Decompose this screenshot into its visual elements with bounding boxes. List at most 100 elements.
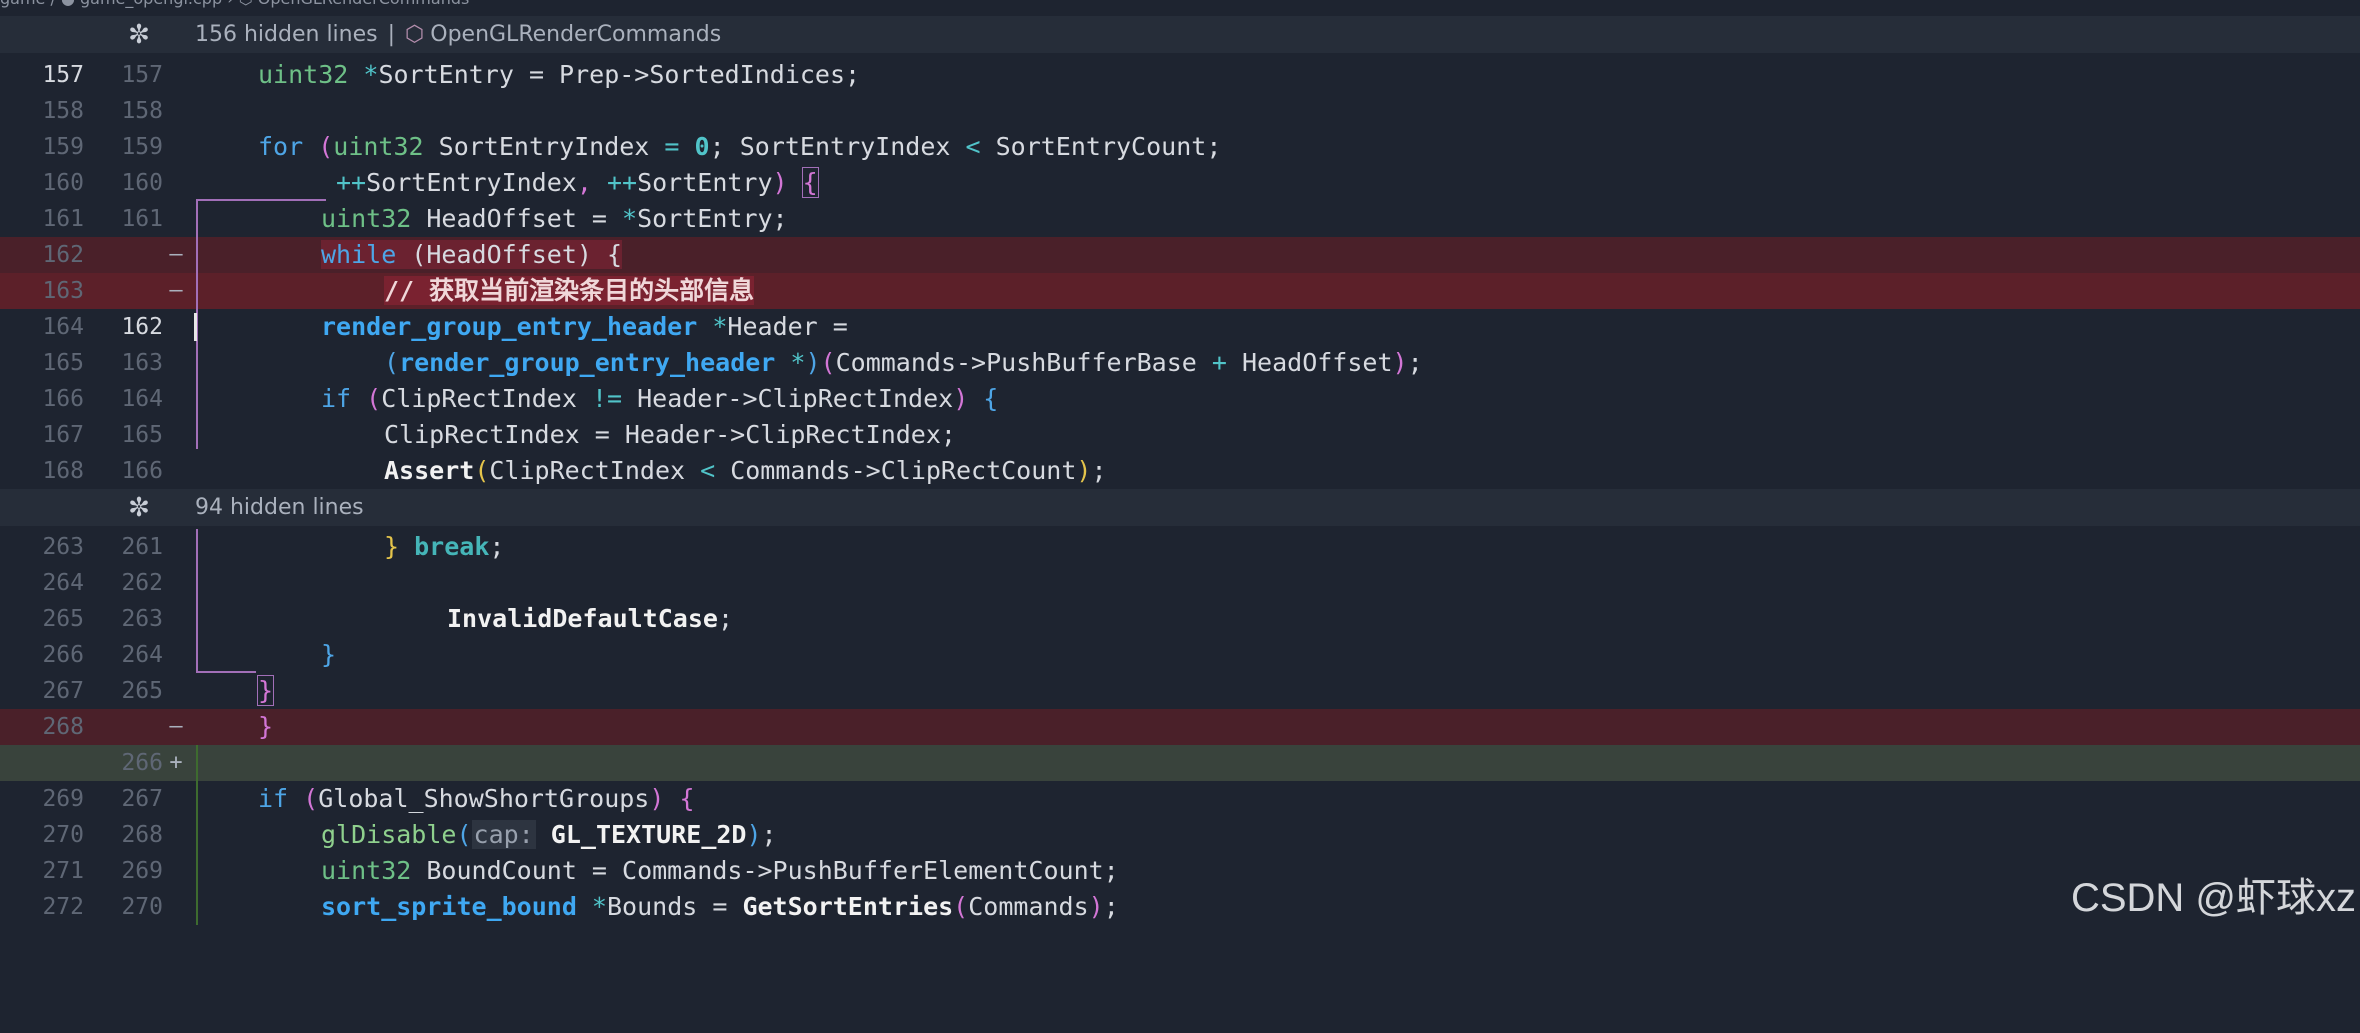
code-line[interactable]: 159 159 for (uint32 SortEntryIndex = 0; … — [0, 129, 2360, 165]
code-line[interactable]: 160 160 ++SortEntryIndex, ++SortEntry) { — [0, 165, 2360, 201]
old-line-number: 159 — [42, 134, 84, 160]
new-line-number: 267 — [121, 786, 163, 812]
deleted-code-line[interactable]: 162 — while (HeadOffset) { — [0, 237, 2360, 273]
hidden-lines-fold[interactable]: ✼ 156 hidden lines | ⬡ OpenGLRenderCommands — [0, 16, 2360, 53]
code-text: uint32 *SortEntry = Prep->SortedIndices; — [258, 60, 861, 89]
hidden-lines-count: 94 hidden lines — [195, 495, 364, 520]
bracket-guide — [196, 529, 198, 673]
added-code-line[interactable]: 266 + — [0, 745, 2360, 781]
deleted-code-line[interactable]: 163 — // 获取当前渲染条目的头部信息 — [0, 273, 2360, 309]
old-line-number: 165 — [42, 350, 84, 376]
new-line-number: 263 — [121, 606, 163, 632]
expand-fold-icon[interactable]: ✼ — [124, 20, 154, 50]
code-line[interactable]: 267 265 } — [0, 673, 2360, 709]
fold-symbol-name: OpenGLRenderCommands — [430, 22, 722, 47]
code-text: } break; — [384, 532, 505, 561]
code-text: (render_group_entry_header *)(Commands->… — [384, 348, 1423, 377]
code-line[interactable]: 165 163 (render_group_entry_header *)(Co… — [0, 345, 2360, 381]
new-line-number: 262 — [121, 570, 163, 596]
new-line-number: 163 — [121, 350, 163, 376]
code-line[interactable]: 270 268 glDisable(cap: GL_TEXTURE_2D); — [0, 817, 2360, 853]
change-gutter-bar — [196, 745, 198, 925]
code-line[interactable]: 166 164 if (ClipRectIndex != Header->Cli… — [0, 381, 2360, 417]
new-line-number: 160 — [121, 170, 163, 196]
new-line-number: 165 — [121, 422, 163, 448]
code-text: render_group_entry_header *Header = — [321, 312, 848, 341]
old-line-number: 160 — [42, 170, 84, 196]
breadcrumb[interactable]: game / ● game_opengl.cpp › ⬡ OpenGLRende… — [0, 0, 2360, 10]
new-line-number: 162 — [121, 314, 163, 340]
new-line-number: 164 — [121, 386, 163, 412]
text-cursor — [194, 313, 197, 341]
code-line[interactable]: 164 162 render_group_entry_header *Heade… — [0, 309, 2360, 345]
new-line-number: 270 — [121, 894, 163, 920]
new-line-number: 265 — [121, 678, 163, 704]
new-line-number: 161 — [121, 206, 163, 232]
code-line[interactable]: 272 270 sort_sprite_bound *Bounds = GetS… — [0, 889, 2360, 925]
old-line-number: 163 — [42, 278, 84, 304]
old-line-number: 158 — [42, 98, 84, 124]
new-line-number: 264 — [121, 642, 163, 668]
code-line[interactable]: 266 264 } — [0, 637, 2360, 673]
code-text: } — [256, 675, 275, 706]
hidden-lines-count: 156 hidden lines — [195, 22, 378, 47]
code-line[interactable]: 161 161 uint32 HeadOffset = *SortEntry; — [0, 201, 2360, 237]
code-text: uint32 HeadOffset = *SortEntry; — [321, 204, 788, 233]
code-line[interactable]: 167 165 ClipRectIndex = Header->ClipRect… — [0, 417, 2360, 453]
expand-fold-icon[interactable]: ✼ — [124, 493, 154, 523]
old-line-number: 168 — [42, 458, 84, 484]
deleted-code-line[interactable]: 268 — } — [0, 709, 2360, 745]
code-text: // 获取当前渲染条目的头部信息 — [384, 276, 755, 305]
removed-marker: — — [169, 714, 183, 739]
removed-marker: — — [169, 242, 183, 267]
old-line-number: 157 — [42, 62, 84, 88]
code-line[interactable]: 168 166 Assert(ClipRectIndex < Commands-… — [0, 453, 2360, 489]
old-line-number: 263 — [42, 534, 84, 560]
old-line-number: 268 — [42, 714, 84, 740]
code-text: if (Global_ShowShortGroups) { — [258, 784, 695, 813]
old-line-number: 161 — [42, 206, 84, 232]
hidden-lines-fold[interactable]: ✼ 94 hidden lines — [0, 489, 2360, 526]
code-line[interactable]: 271 269 uint32 BoundCount = Commands->Pu… — [0, 853, 2360, 889]
code-text: Assert(ClipRectIndex < Commands->ClipRec… — [384, 456, 1107, 485]
code-text: glDisable(cap: GL_TEXTURE_2D); — [321, 820, 777, 849]
code-text: } — [258, 712, 274, 741]
cube-icon: ⬡ — [405, 22, 425, 47]
added-marker: + — [169, 750, 183, 775]
new-line-number: 166 — [121, 458, 163, 484]
code-text: ClipRectIndex = Header->ClipRectIndex; — [384, 420, 956, 449]
old-line-number: 271 — [42, 858, 84, 884]
old-line-number: 164 — [42, 314, 84, 340]
watermark: CSDN @虾球xz — [2070, 876, 2356, 920]
old-line-number: 266 — [42, 642, 84, 668]
new-line-number: 261 — [121, 534, 163, 560]
code-line[interactable]: 264 262 — [0, 565, 2360, 601]
new-line-number: 157 — [121, 62, 163, 88]
bracket-guide — [196, 199, 326, 201]
code-line[interactable]: 157 157 uint32 *SortEntry = Prep->Sorted… — [0, 57, 2360, 93]
old-line-number: 272 — [42, 894, 84, 920]
old-line-number: 166 — [42, 386, 84, 412]
code-line[interactable]: 158 158 — [0, 93, 2360, 129]
old-line-number: 269 — [42, 786, 84, 812]
old-line-number: 265 — [42, 606, 84, 632]
code-text: InvalidDefaultCase; — [447, 604, 733, 633]
code-text: sort_sprite_bound *Bounds = GetSortEntri… — [321, 892, 1119, 921]
new-line-number: 269 — [121, 858, 163, 884]
new-line-number: 158 — [121, 98, 163, 124]
code-text: } — [321, 640, 337, 669]
removed-marker: — — [169, 278, 183, 303]
code-line[interactable]: 265 263 InvalidDefaultCase; — [0, 601, 2360, 637]
fold-separator: | — [387, 22, 396, 47]
new-line-number: 266 — [121, 750, 163, 776]
parameter-hint: cap: — [471, 820, 536, 849]
old-line-number: 167 — [42, 422, 84, 448]
new-line-number: 159 — [121, 134, 163, 160]
code-text: uint32 BoundCount = Commands->PushBuffer… — [321, 856, 1119, 885]
code-text: if (ClipRectIndex != Header->ClipRectInd… — [321, 384, 999, 413]
code-text: for (uint32 SortEntryIndex = 0; SortEntr… — [258, 132, 1222, 161]
code-line[interactable]: 263 261 } break; — [0, 529, 2360, 565]
old-line-number: 267 — [42, 678, 84, 704]
old-line-number: 270 — [42, 822, 84, 848]
code-line[interactable]: 269 267 if (Global_ShowShortGroups) { — [0, 781, 2360, 817]
